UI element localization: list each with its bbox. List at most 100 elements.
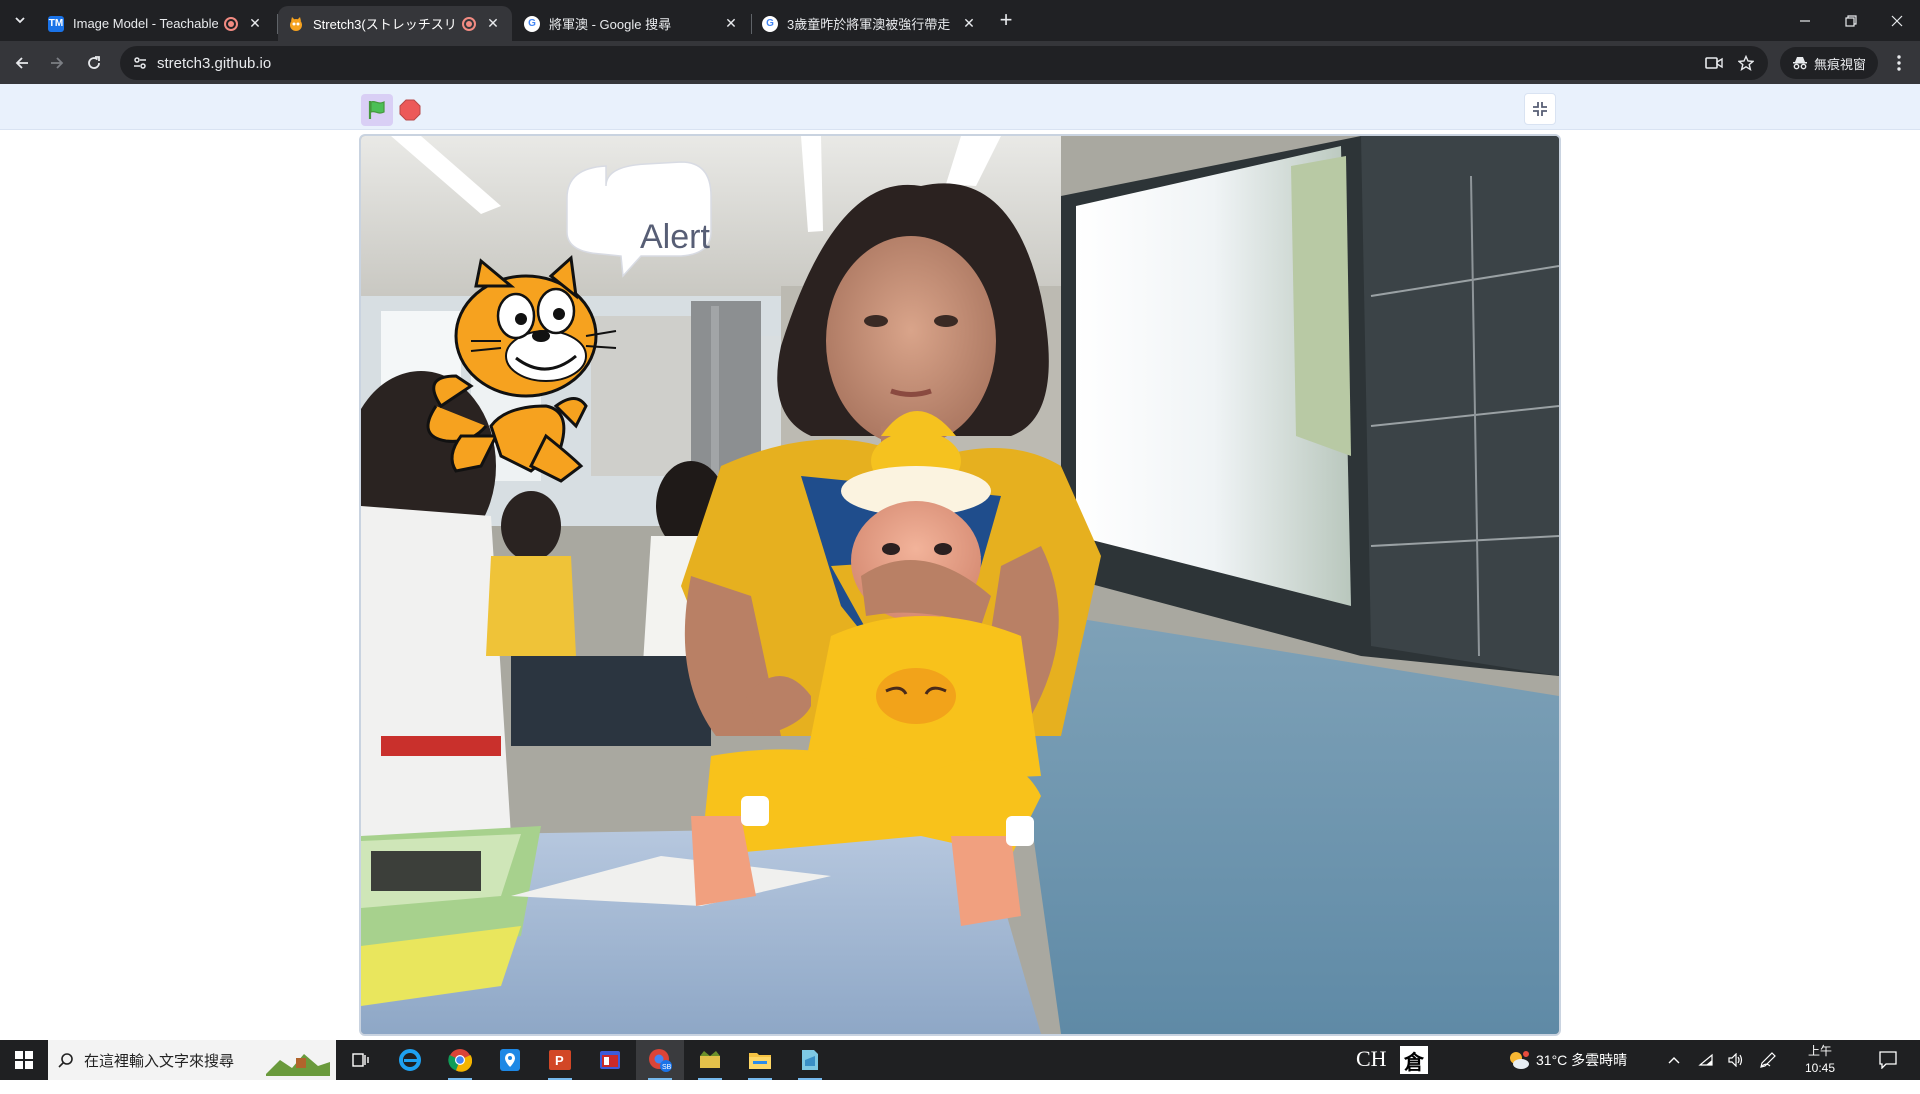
weather-cloud-sun-icon <box>1510 1051 1529 1069</box>
close-tab-icon[interactable]: ✕ <box>960 15 978 33</box>
powerpoint-icon: P <box>549 1050 571 1070</box>
chrome-profile-icon: SB <box>649 1049 672 1072</box>
chrome-incognito-app[interactable]: SB <box>636 1040 684 1080</box>
shrink-icon <box>1533 102 1547 116</box>
close-tab-icon[interactable]: ✕ <box>246 15 264 33</box>
task-view-icon <box>352 1053 369 1067</box>
stage-header <box>0 84 1920 130</box>
url-text: stretch3.github.io <box>157 55 272 72</box>
tab-title: 3歲童昨於將軍澳被強行帶走 - ( <box>787 17 952 32</box>
video-camera-icon <box>1705 57 1723 69</box>
browser-menu-button[interactable] <box>1884 48 1914 78</box>
tab-stretch3[interactable]: Stretch3(ストレッチスリー ✕ <box>278 6 512 41</box>
tab-google-search-1[interactable]: G 將軍澳 - Google 搜尋 ✕ <box>514 6 750 41</box>
notification-center-button[interactable] <box>1876 1048 1900 1072</box>
google-favicon-icon: G <box>762 15 778 32</box>
network-button[interactable] <box>1694 1050 1718 1070</box>
volume-button[interactable] <box>1724 1050 1748 1070</box>
file-explorer-app[interactable] <box>736 1040 784 1080</box>
app-unknown-3[interactable] <box>786 1040 834 1080</box>
map-pin-icon <box>500 1049 520 1071</box>
webcam-video-feed <box>361 136 1559 1034</box>
incognito-indicator[interactable]: 無痕視窗 <box>1780 47 1879 79</box>
input-method-indicator[interactable]: 倉 <box>1400 1046 1428 1074</box>
taskbar-search-box[interactable]: 在這裡輸入文字來搜尋 <box>48 1040 336 1080</box>
chrome-app[interactable] <box>436 1040 484 1080</box>
reload-button[interactable] <box>79 48 109 78</box>
back-button[interactable] <box>7 48 37 78</box>
app-window-icon <box>600 1051 620 1069</box>
incognito-icon <box>1793 57 1807 70</box>
internet-explorer-icon <box>399 1049 421 1071</box>
app-unknown-1[interactable] <box>586 1040 634 1080</box>
incognito-label: 無痕視窗 <box>1814 56 1867 72</box>
minimize-button[interactable] <box>1782 0 1828 41</box>
minimize-icon <box>1800 19 1810 22</box>
close-icon <box>1891 15 1903 26</box>
chevron-down-icon <box>15 17 25 24</box>
app-unknown-2[interactable] <box>686 1040 734 1080</box>
start-button[interactable] <box>0 1040 48 1080</box>
wifi-icon <box>1698 1053 1713 1066</box>
speech-bubble-text: Alert <box>640 218 710 256</box>
green-flag-icon <box>368 100 385 119</box>
tab-title: Image Model - Teachable <box>73 16 218 31</box>
svg-text:P: P <box>555 1053 564 1068</box>
speaker-icon <box>1728 1053 1743 1067</box>
stop-button[interactable] <box>398 98 422 122</box>
pen-menu-button[interactable] <box>1756 1050 1780 1070</box>
google-favicon-icon: G <box>524 15 540 32</box>
search-icon <box>48 1052 84 1068</box>
tab-search-button[interactable] <box>8 8 32 32</box>
scratch-cat-favicon-icon <box>288 16 304 32</box>
app-document-icon <box>802 1050 818 1070</box>
restore-button[interactable] <box>1828 0 1874 41</box>
maps-app[interactable] <box>486 1040 534 1080</box>
arrow-right-icon <box>51 57 64 69</box>
clock[interactable]: 上午 10:45 2024/7/11 <box>1792 1043 1848 1094</box>
app-crown-icon <box>700 1051 720 1068</box>
svg-text:SB: SB <box>662 1064 672 1071</box>
tab-title: 將軍澳 - Google 搜尋 <box>549 17 672 32</box>
green-flag-button[interactable] <box>361 94 393 126</box>
tab-title: Stretch3(ストレッチスリー <box>313 17 456 32</box>
teachable-favicon-icon: TM <box>48 15 64 32</box>
browser-toolbar: stretch3.github.io 無痕視窗 <box>0 41 1920 84</box>
edge-app[interactable] <box>386 1040 434 1080</box>
windows-taskbar: 在這裡輸入文字來搜尋 P SB CH 倉 31°C 多雲時晴 上午 10:45 … <box>0 1040 1920 1092</box>
stop-icon <box>399 99 421 121</box>
bookmark-button[interactable] <box>1736 53 1756 73</box>
more-vertical-icon <box>1897 55 1901 71</box>
camera-in-use-button[interactable] <box>1704 53 1724 73</box>
recording-icon <box>462 16 476 31</box>
stage[interactable]: Alert <box>359 134 1561 1036</box>
star-icon <box>1738 55 1754 71</box>
close-tab-icon[interactable]: ✕ <box>484 15 502 33</box>
reload-icon <box>88 56 100 69</box>
forward-button[interactable] <box>42 48 72 78</box>
recording-icon <box>224 16 238 31</box>
new-tab-button[interactable]: + <box>994 7 1018 32</box>
clock-time: 上午 10:45 <box>1804 1044 1836 1075</box>
notification-icon <box>1879 1051 1897 1069</box>
folder-icon <box>749 1053 771 1069</box>
tab-teachable[interactable]: TM Image Model - Teachable ✕ <box>38 6 274 41</box>
address-bar[interactable]: stretch3.github.io <box>120 46 1768 80</box>
chevron-up-icon <box>1668 1057 1680 1064</box>
arrow-left-icon <box>15 57 28 69</box>
tune-icon <box>134 57 146 69</box>
tab-google-search-2[interactable]: G 3歲童昨於將軍澳被強行帶走 - ( ✕ <box>752 6 988 41</box>
search-highlight-landscape-icon <box>266 1054 330 1076</box>
site-info-button[interactable] <box>130 53 150 73</box>
task-view-button[interactable] <box>336 1040 384 1080</box>
chrome-icon <box>448 1049 472 1072</box>
close-tab-icon[interactable]: ✕ <box>722 15 740 33</box>
weather-widget[interactable]: 31°C 多雲時晴 <box>1508 1050 1627 1070</box>
search-placeholder: 在這裡輸入文字來搜尋 <box>84 1052 235 1070</box>
input-language-indicator[interactable]: CH <box>1356 1046 1387 1072</box>
windows-logo-icon <box>15 1051 33 1069</box>
powerpoint-app[interactable]: P <box>536 1040 584 1080</box>
exit-fullscreen-button[interactable] <box>1524 93 1556 125</box>
show-hidden-icons-button[interactable] <box>1662 1050 1686 1070</box>
close-window-button[interactable] <box>1874 0 1920 41</box>
